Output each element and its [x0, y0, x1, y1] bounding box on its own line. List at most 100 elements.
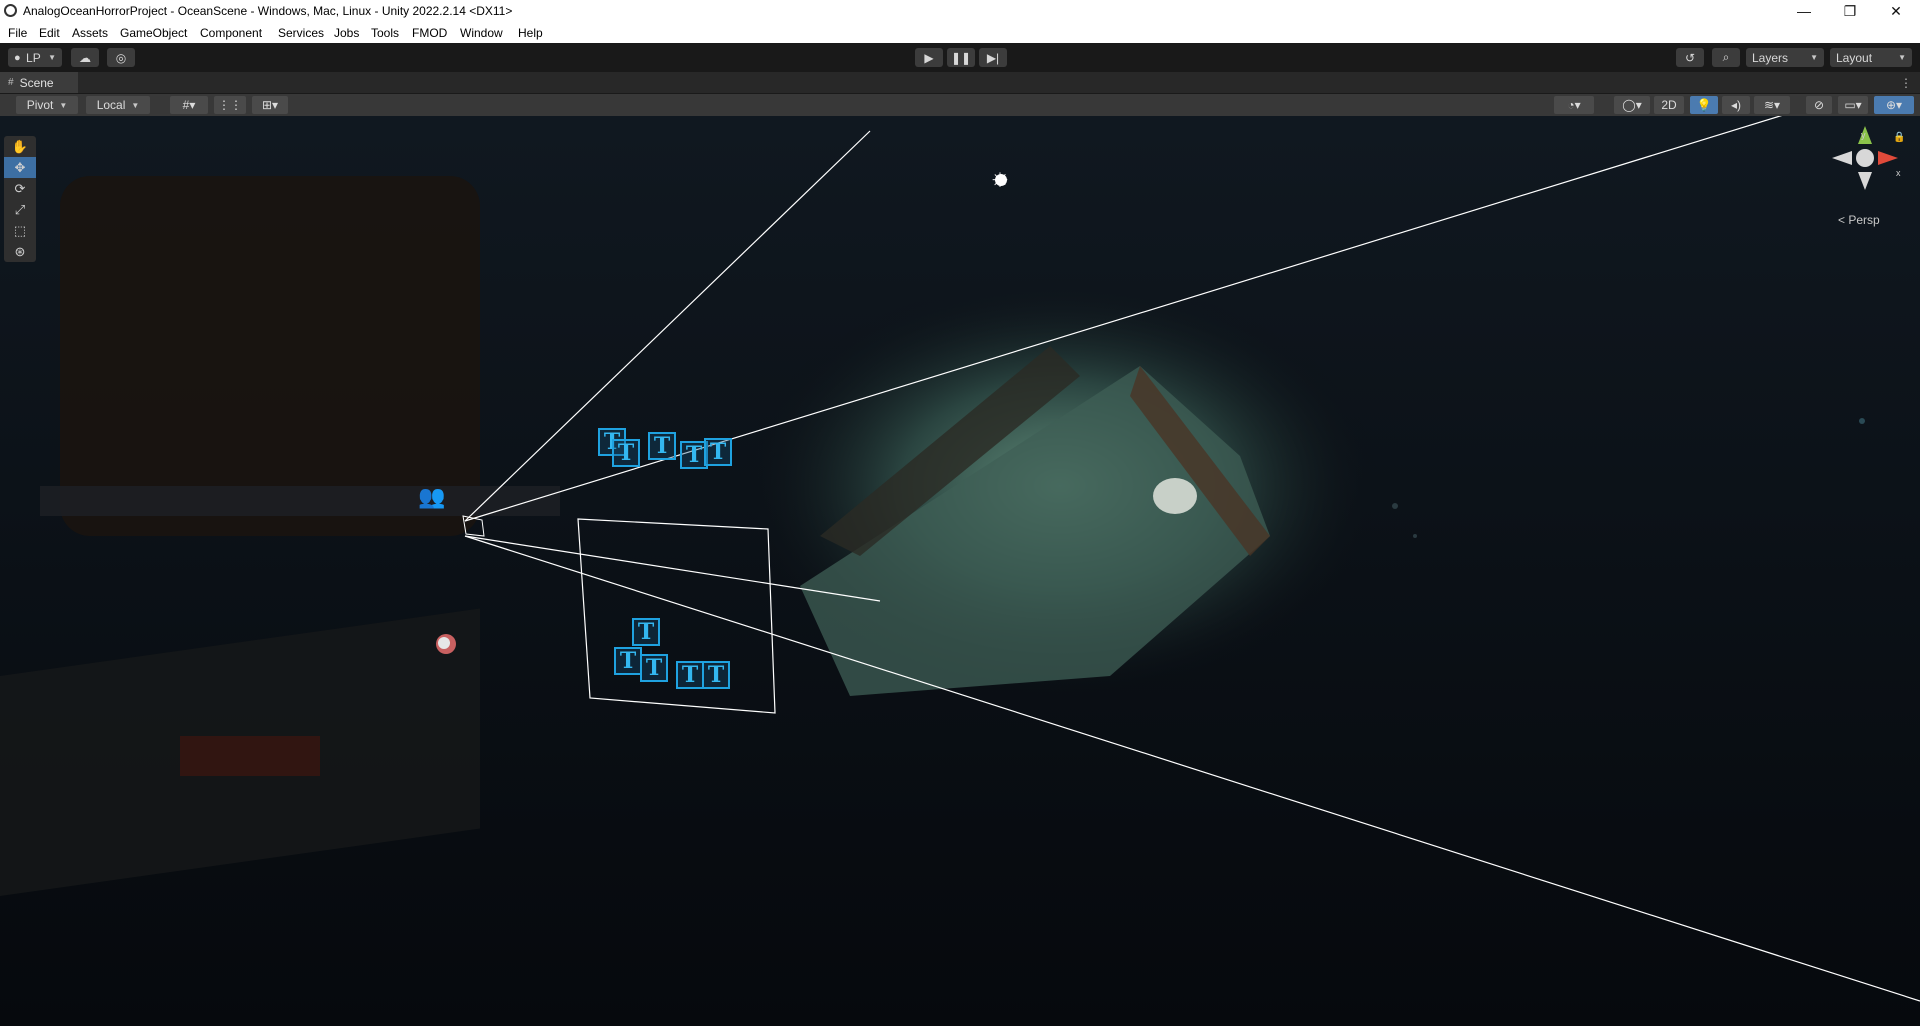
- text-gizmo-icon[interactable]: T: [632, 618, 660, 646]
- scale-tool-button[interactable]: ⤢: [4, 199, 36, 220]
- hand-icon: ✋: [11, 138, 29, 154]
- close-button[interactable]: ✕: [1873, 0, 1919, 22]
- eye-slash-icon: ⊘: [1813, 98, 1825, 112]
- toggle-2d-button[interactable]: 2D: [1654, 96, 1684, 114]
- toggle-2d-label: 2D: [1661, 98, 1677, 112]
- scale-icon: ⤢: [14, 201, 26, 217]
- layers-dropdown[interactable]: Layers ▼: [1746, 48, 1824, 67]
- camera-settings-button[interactable]: ▭▾: [1838, 96, 1868, 114]
- pivot-dropdown[interactable]: Pivot ▼: [16, 96, 78, 114]
- scene-render: [0, 116, 1920, 1026]
- text-gizmo-icon[interactable]: T: [612, 439, 640, 467]
- scene-tab-bar: # Scene ⋮: [0, 72, 1920, 94]
- shading-mode-icon: ◔▾: [1567, 98, 1581, 112]
- scene-viewport[interactable]: ✋ ✥ ⟳ ⤢ ⬚ ⊛ ☀ 👥 T T T T T T T T T T y x …: [0, 116, 1920, 1026]
- chevron-down-icon: ▼: [59, 100, 68, 110]
- cloud-icon: ☁: [79, 50, 91, 65]
- lightbulb-icon: 💡: [1696, 98, 1712, 112]
- layout-dropdown[interactable]: Layout ▼: [1830, 48, 1912, 67]
- lock-icon[interactable]: 🔒: [1893, 132, 1905, 143]
- rotate-tool-button[interactable]: ⟳: [4, 178, 36, 199]
- increment-snap-button[interactable]: ⊞▾: [252, 96, 288, 114]
- move-icon: ✥: [14, 159, 26, 175]
- rect-icon: ⬚: [13, 222, 27, 238]
- grid-snap-button[interactable]: #▾: [170, 96, 208, 114]
- collab-button[interactable]: ◎: [107, 48, 135, 67]
- scene-grid-icon: #: [8, 77, 14, 88]
- snap-icon: ⊞▾: [261, 98, 279, 112]
- chevron-left-icon: <: [1838, 213, 1846, 227]
- projection-toggle[interactable]: < Persp: [1838, 213, 1880, 227]
- menu-fmod[interactable]: FMOD: [412, 26, 447, 40]
- lighting-toggle-button[interactable]: 💡: [1690, 96, 1718, 114]
- menu-tools[interactable]: Tools: [371, 26, 399, 40]
- audio-source-icon[interactable]: 👥: [418, 484, 445, 510]
- account-label: LP: [26, 50, 41, 65]
- camera-icon: ▭▾: [1844, 98, 1862, 112]
- title-bar: AnalogOceanHorrorProject - OceanScene - …: [0, 0, 1920, 22]
- text-gizmo-icon[interactable]: T: [704, 438, 732, 466]
- scene-toolbar: Pivot ▼ Local ▼ #▾ ⋮⋮ ⊞▾ ◔▾ ◯▾ 2D 💡 ◂) ≋…: [0, 94, 1920, 116]
- sphere-icon: ◯▾: [1622, 98, 1642, 112]
- menu-file[interactable]: File: [8, 26, 27, 40]
- audio-icon: ◂): [1730, 98, 1742, 112]
- effects-toggle-button[interactable]: ≋▾: [1754, 96, 1790, 114]
- text-gizmo-icon[interactable]: T: [640, 654, 668, 682]
- text-gizmo-icon[interactable]: T: [702, 661, 730, 689]
- menu-jobs[interactable]: Jobs: [334, 26, 359, 40]
- account-dropdown[interactable]: ● LP ▼: [8, 48, 62, 67]
- history-icon: ↺: [1684, 50, 1696, 65]
- gizmo-x-label: x: [1896, 168, 1901, 178]
- search-button[interactable]: ⌕: [1712, 48, 1740, 67]
- chevron-down-icon: ▼: [1898, 53, 1906, 62]
- restore-button[interactable]: ❐: [1827, 0, 1873, 22]
- window-title: AnalogOceanHorrorProject - OceanScene - …: [23, 4, 513, 18]
- pause-button[interactable]: ❚❚: [947, 48, 975, 67]
- menu-window[interactable]: Window: [460, 26, 503, 40]
- menu-edit[interactable]: Edit: [39, 26, 60, 40]
- undo-history-button[interactable]: ↺: [1676, 48, 1704, 67]
- menu-assets[interactable]: Assets: [72, 26, 108, 40]
- play-icon: ▶: [924, 50, 934, 65]
- minimize-button[interactable]: —: [1781, 0, 1827, 22]
- local-dropdown[interactable]: Local ▼: [86, 96, 150, 114]
- audio-toggle-button[interactable]: ◂): [1722, 96, 1750, 114]
- globe-icon: ⊕▾: [1885, 98, 1903, 112]
- layers-effects-icon: ≋▾: [1763, 98, 1781, 112]
- chevron-down-icon: ▼: [1810, 53, 1818, 62]
- directional-light-icon[interactable]: ☀: [991, 168, 1009, 193]
- draw-mode-button[interactable]: ◔▾: [1554, 96, 1594, 114]
- grid-visibility-button[interactable]: ⋮⋮: [214, 96, 246, 114]
- cloud-button[interactable]: ☁: [71, 48, 99, 67]
- pivot-label: Pivot: [26, 98, 54, 112]
- unity-logo-icon: [4, 4, 17, 17]
- chevron-down-icon: ▼: [48, 53, 56, 62]
- menu-gameobject[interactable]: GameObject: [120, 26, 187, 40]
- hand-tool-button[interactable]: ✋: [4, 136, 36, 157]
- hidden-objects-button[interactable]: ⊘: [1806, 96, 1832, 114]
- menu-help[interactable]: Help: [518, 26, 543, 40]
- menu-component[interactable]: Component: [200, 26, 262, 40]
- main-toolbar: ● LP ▼ ☁ ◎ ▶ ❚❚ ▶| ↺ ⌕ Layers ▼ Layout ▼: [0, 43, 1920, 72]
- step-button[interactable]: ▶|: [979, 48, 1007, 67]
- rotate-icon: ⟳: [14, 180, 26, 196]
- text-gizmo-icon[interactable]: T: [676, 661, 704, 689]
- chevron-down-icon: ▼: [131, 100, 140, 110]
- menu-services[interactable]: Services: [278, 26, 324, 40]
- layers-label: Layers: [1752, 50, 1789, 65]
- text-gizmo-icon[interactable]: T: [648, 432, 676, 460]
- camera-gizmo-icon[interactable]: [425, 624, 455, 654]
- more-options-icon[interactable]: ⋮: [1900, 76, 1912, 90]
- grid-snap-icon: #▾: [182, 98, 196, 112]
- rect-tool-button[interactable]: ⬚: [4, 220, 36, 241]
- tab-scene[interactable]: # Scene: [0, 72, 78, 93]
- move-tool-button[interactable]: ✥: [4, 157, 36, 178]
- play-button[interactable]: ▶: [915, 48, 943, 67]
- pause-icon: ❚❚: [950, 50, 972, 65]
- step-icon: ▶|: [986, 50, 1000, 65]
- gizmos-button[interactable]: ⊕▾: [1874, 96, 1914, 114]
- transform-tool-button[interactable]: ⊛: [4, 241, 36, 262]
- render-mode-button[interactable]: ◯▾: [1614, 96, 1650, 114]
- text-gizmo-icon[interactable]: T: [614, 647, 642, 675]
- scene-tool-strip: ✋ ✥ ⟳ ⤢ ⬚ ⊛: [4, 136, 36, 262]
